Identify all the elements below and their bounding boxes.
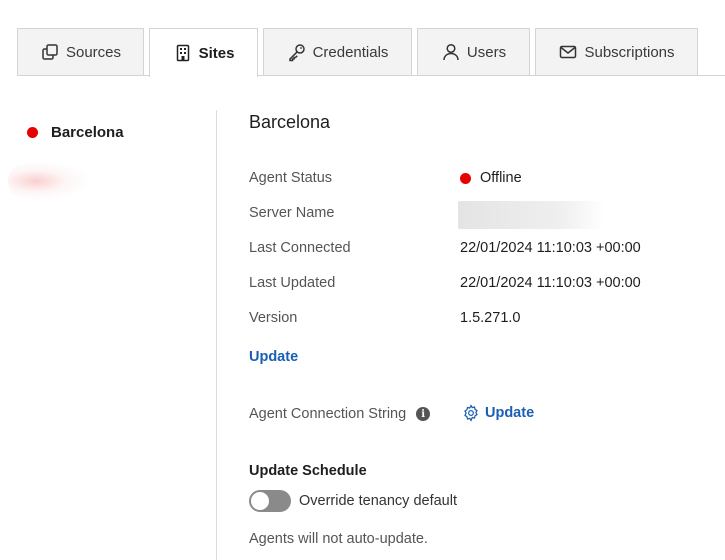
info-icon[interactable]: i	[416, 407, 431, 421]
last-connected-value: 22/01/2024 11:10:03 +00:00	[460, 240, 641, 256]
override-tenancy-toggle[interactable]	[249, 490, 291, 512]
server-name-redacted	[458, 201, 604, 229]
page-title: Barcelona	[249, 112, 331, 132]
last-updated-value: 22/01/2024 11:10:03 +00:00	[460, 275, 641, 291]
tab-bar: Sources Sites Credentials Users Subscrip…	[0, 0, 725, 77]
update-connection-string-label: Update	[485, 405, 535, 421]
gear-icon	[464, 404, 478, 422]
envelope-icon	[558, 42, 578, 62]
version-value: 1.5.271.0	[460, 310, 521, 326]
copy-icon	[40, 42, 60, 62]
update-agent-link[interactable]: Update	[249, 349, 298, 365]
update-schedule-heading: Update Schedule	[249, 463, 367, 479]
tab-users[interactable]: Users	[417, 28, 530, 75]
tab-label: Users	[466, 43, 507, 61]
tab-sources[interactable]: Sources	[17, 28, 144, 75]
page: Sources Sites Credentials Users Subscrip…	[0, 0, 725, 560]
tab-sites[interactable]: Sites	[149, 28, 258, 77]
offline-status-dot	[27, 127, 38, 138]
building-icon	[173, 43, 193, 63]
sidebar-item-label: Barcelona	[51, 124, 124, 141]
tab-bar-divider	[17, 75, 725, 76]
user-icon	[441, 42, 461, 62]
agent-status-value: Offline	[460, 170, 522, 186]
agent-status-text: Offline	[480, 170, 522, 186]
server-name-label: Server Name	[249, 205, 335, 221]
auto-update-note: Agents will not auto-update.	[249, 531, 428, 547]
update-connection-string-button[interactable]: Update	[462, 404, 534, 422]
key-icon	[287, 42, 307, 62]
offline-status-dot	[460, 172, 471, 184]
override-tenancy-label: Override tenancy default	[299, 493, 457, 509]
tab-subscriptions[interactable]: Subscriptions	[535, 28, 698, 75]
tab-label: Subscriptions	[584, 43, 675, 61]
tab-credentials[interactable]: Credentials	[263, 28, 412, 75]
override-tenancy-row: Override tenancy default	[249, 490, 457, 512]
sidebar-item-redacted[interactable]	[8, 162, 88, 200]
last-updated-label: Last Updated	[249, 275, 336, 291]
connection-string-label-text: Agent Connection String	[249, 406, 407, 422]
tab-label: Credentials	[312, 43, 389, 61]
sidebar-item-barcelona[interactable]: Barcelona	[27, 124, 124, 141]
agent-status-label: Agent Status	[249, 170, 333, 186]
connection-string-label: Agent Connection String i	[249, 406, 431, 422]
last-connected-label: Last Connected	[249, 240, 351, 256]
version-label: Version	[249, 310, 298, 326]
tab-label: Sources	[65, 43, 122, 61]
tab-label: Sites	[198, 44, 235, 62]
toggle-knob	[251, 492, 269, 510]
sidebar-divider	[216, 110, 217, 560]
